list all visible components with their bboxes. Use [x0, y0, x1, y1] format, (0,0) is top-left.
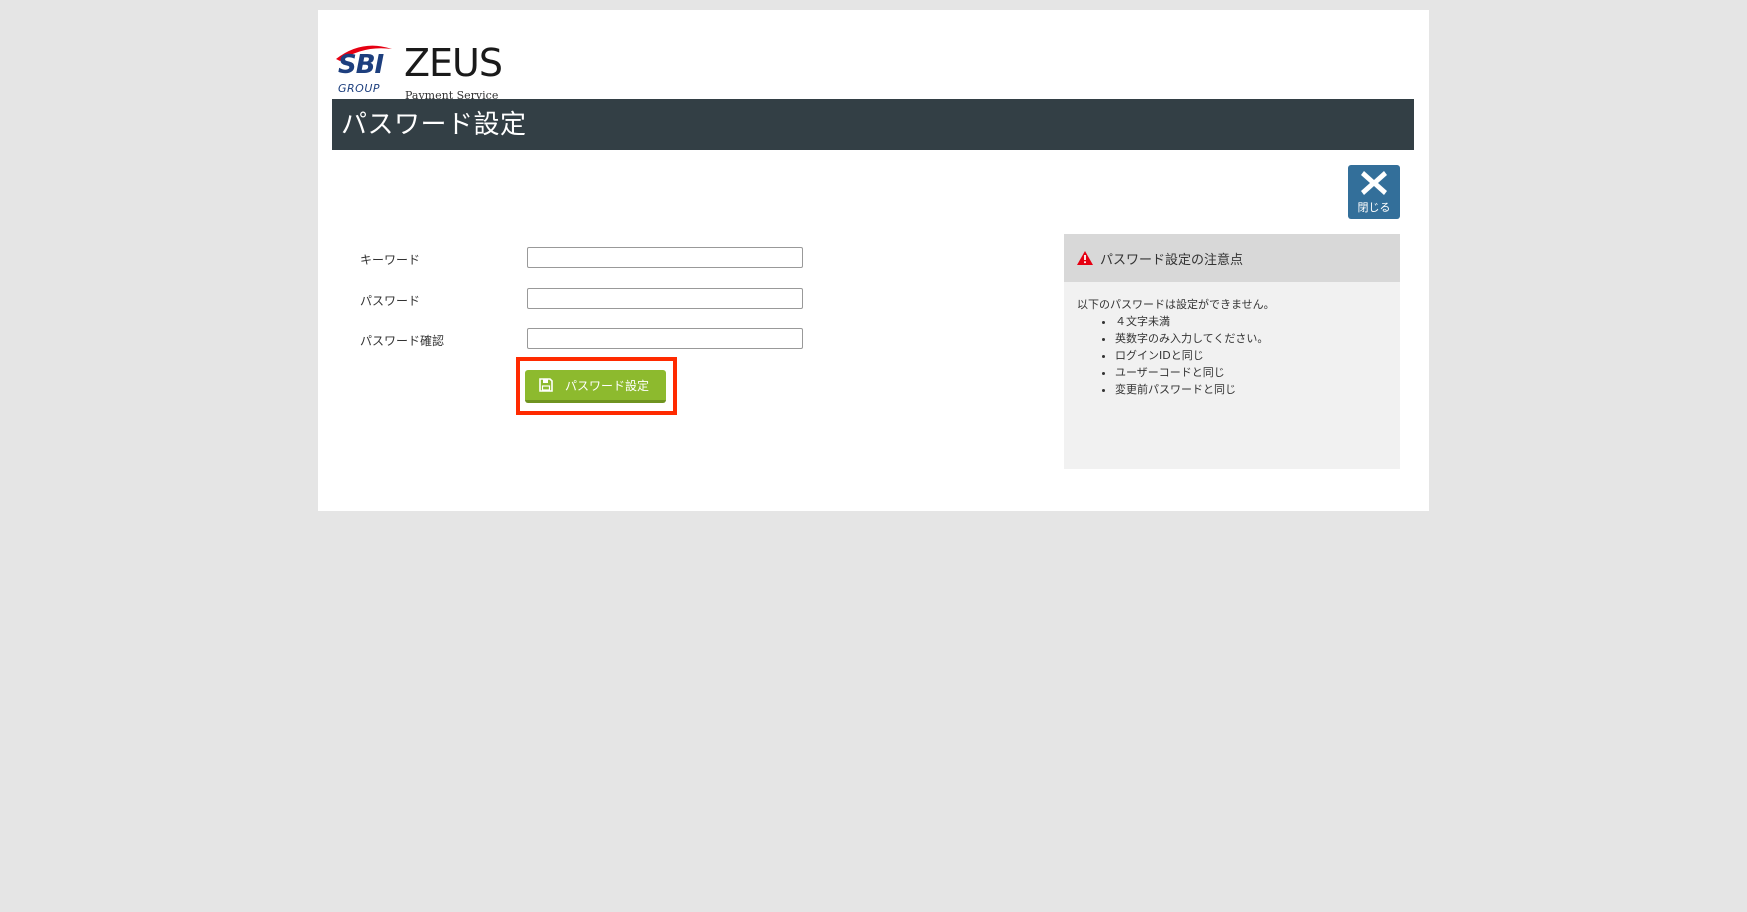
close-button[interactable]: 閉じる — [1348, 165, 1400, 219]
set-password-button-label: パスワード設定 — [565, 378, 650, 393]
notice-intro: 以下のパスワードは設定ができません。 — [1077, 298, 1275, 311]
notice-item: 英数字のみ入力してください。 — [1115, 330, 1392, 347]
password-row: パスワード — [360, 288, 810, 310]
page-container: SBI GROUP ZEUS Payment Service パスワード設定 閉… — [318, 10, 1429, 511]
close-icon — [1361, 171, 1387, 195]
notice-body: 以下のパスワードは設定ができません。 ４文字未満 英数字のみ入力してください。 … — [1077, 296, 1392, 398]
notice-item: ４文字未満 — [1115, 313, 1392, 330]
notice-item: ログインIDと同じ — [1115, 347, 1392, 364]
close-button-label: 閉じる — [1357, 201, 1391, 214]
warning-icon — [1077, 251, 1093, 265]
save-icon — [539, 378, 553, 392]
notice-header: パスワード設定の注意点 — [1064, 234, 1400, 282]
keyword-input[interactable] — [527, 247, 803, 268]
notice-title: パスワード設定の注意点 — [1100, 252, 1244, 268]
notice-list: ４文字未満 英数字のみ入力してください。 ログインIDと同じ ユーザーコードと同… — [1077, 313, 1392, 398]
password-label: パスワード — [360, 294, 421, 308]
keyword-row: キーワード — [360, 247, 810, 269]
set-password-button[interactable]: パスワード設定 — [525, 370, 666, 403]
page-title-bar: パスワード設定 — [332, 99, 1414, 150]
sbi-group-logo: SBI GROUP — [332, 40, 394, 95]
sbi-zeus-logo: SBI GROUP ZEUS Payment Service — [332, 40, 503, 102]
page-title: パスワード設定 — [341, 109, 527, 140]
sbi-brand-text: SBI — [338, 50, 384, 80]
keyword-label: キーワード — [360, 253, 421, 267]
zeus-brand-text: ZEUS — [404, 41, 503, 85]
password-input[interactable] — [527, 288, 803, 309]
group-text: GROUP — [338, 82, 381, 95]
notice-item: ユーザーコードと同じ — [1115, 364, 1392, 381]
notice-item: 変更前パスワードと同じ — [1115, 381, 1392, 398]
password-confirm-input[interactable] — [527, 328, 803, 349]
password-notice-panel: パスワード設定の注意点 以下のパスワードは設定ができません。 ４文字未満 英数字… — [1064, 234, 1400, 469]
password-confirm-label: パスワード確認 — [360, 334, 445, 348]
password-confirm-row: パスワード確認 — [360, 328, 810, 350]
